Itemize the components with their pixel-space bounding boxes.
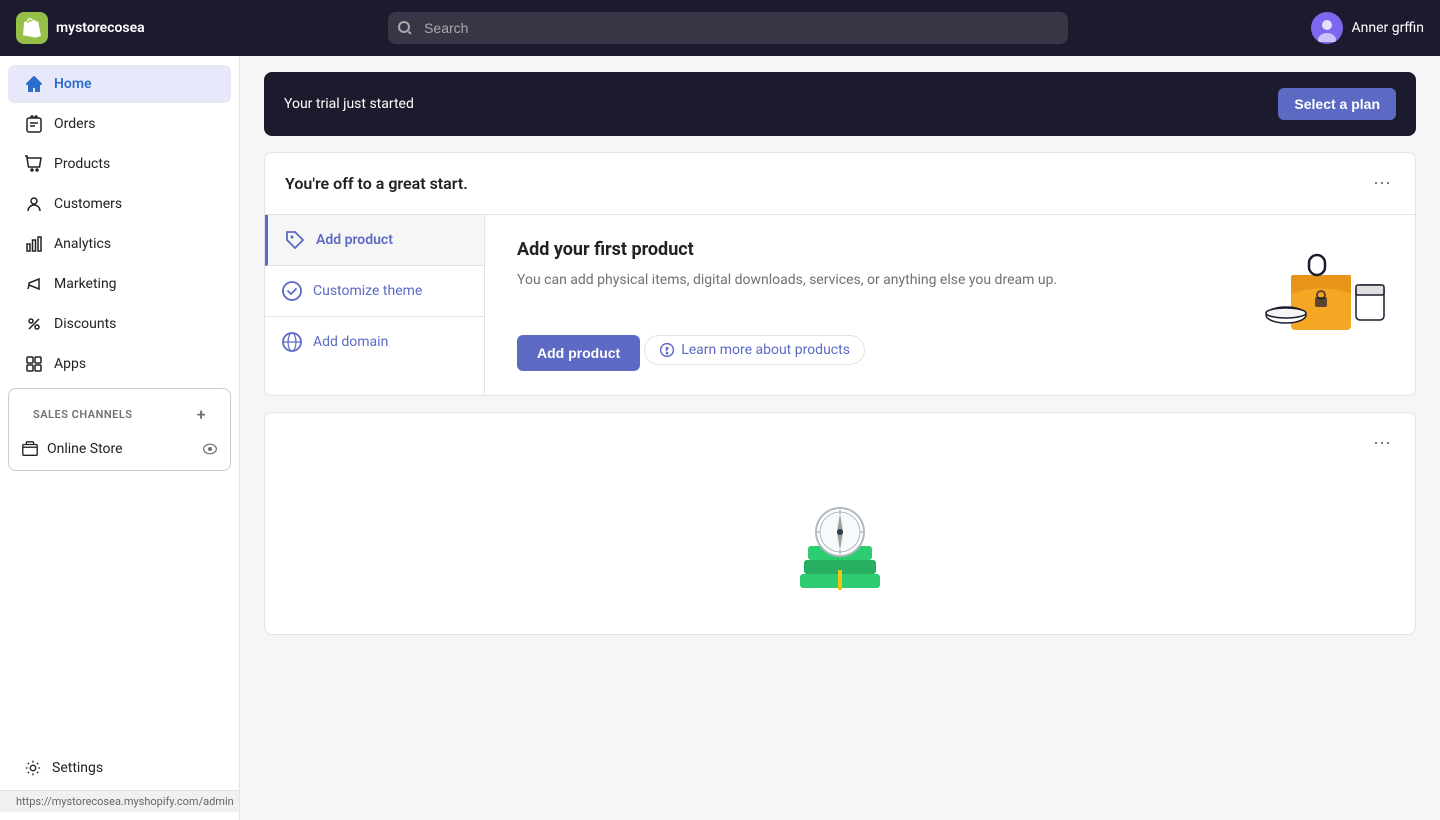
- steps-container: Add product Customize theme: [265, 214, 1415, 395]
- setup-card-header: You're off to a great start. ⋯: [265, 153, 1415, 214]
- shopify-logo-icon: [16, 12, 48, 44]
- apps-icon: [24, 354, 44, 374]
- trial-message: Your trial just started: [284, 96, 414, 112]
- online-store-icon: [21, 440, 39, 458]
- sidebar-item-marketing[interactable]: Marketing: [8, 265, 231, 303]
- sidebar-item-online-store[interactable]: Online Store: [9, 432, 230, 466]
- compass-illustration: [780, 494, 900, 614]
- sidebar-item-analytics[interactable]: Analytics: [8, 225, 231, 263]
- compass-card-header: ⋯: [265, 413, 1415, 474]
- sidebar-item-marketing-label: Marketing: [54, 276, 117, 292]
- step-add-domain-label: Add domain: [313, 334, 388, 350]
- sales-channels-section: SALES CHANNELS + Online Store: [8, 388, 231, 471]
- add-product-button[interactable]: Add product: [517, 335, 640, 371]
- search-bar: [388, 12, 1068, 44]
- discounts-icon: [24, 314, 44, 334]
- settings-label: Settings: [52, 760, 103, 776]
- online-store-visibility-icon[interactable]: [202, 443, 218, 455]
- trial-banner: Your trial just started Select a plan: [264, 72, 1416, 136]
- compass-card-more-button[interactable]: ⋯: [1369, 429, 1395, 458]
- step-detail: Add your first product You can add physi…: [485, 215, 1415, 395]
- orders-icon: [24, 114, 44, 134]
- sidebar-item-orders-label: Orders: [54, 116, 96, 132]
- products-icon: [24, 154, 44, 174]
- check-circle-icon: [281, 280, 303, 302]
- step-customize-theme-label: Customize theme: [313, 283, 422, 299]
- step-add-product[interactable]: Add product: [265, 215, 484, 266]
- top-navigation: mystorecosea Anner grffin: [0, 0, 1440, 56]
- customers-icon: [24, 194, 44, 214]
- learn-more-link[interactable]: Learn more about products: [644, 335, 865, 365]
- step-detail-description: You can add physical items, digital down…: [517, 270, 1383, 291]
- sidebar-item-customers[interactable]: Customers: [8, 185, 231, 223]
- sidebar-item-apps-label: Apps: [54, 356, 86, 372]
- url-bar: https://mystorecosea.myshopify.com/admin: [0, 790, 239, 812]
- sidebar: Home Orders Products: [0, 56, 240, 820]
- sidebar-item-apps[interactable]: Apps: [8, 345, 231, 383]
- main-content: Your trial just started Select a plan Yo…: [240, 56, 1440, 820]
- marketing-icon: [24, 274, 44, 294]
- sidebar-item-products[interactable]: Products: [8, 145, 231, 183]
- setup-card-more-button[interactable]: ⋯: [1369, 169, 1395, 198]
- user-name: Anner grffin: [1351, 20, 1424, 36]
- app-body: Home Orders Products: [0, 56, 1440, 820]
- step-add-product-label: Add product: [316, 232, 393, 248]
- store-name: mystorecosea: [56, 20, 145, 36]
- store-logo[interactable]: mystorecosea: [16, 12, 145, 44]
- setup-card-title: You're off to a great start.: [285, 174, 468, 193]
- sidebar-item-home[interactable]: Home: [8, 65, 231, 103]
- globe-icon: [281, 331, 303, 353]
- add-sales-channel-button[interactable]: +: [197, 405, 206, 424]
- sidebar-item-discounts-label: Discounts: [54, 316, 116, 332]
- steps-list: Add product Customize theme: [265, 215, 485, 395]
- sidebar-item-analytics-label: Analytics: [54, 236, 111, 252]
- analytics-icon: [24, 234, 44, 254]
- step-customize-theme[interactable]: Customize theme: [265, 266, 484, 317]
- step-add-domain[interactable]: Add domain: [265, 317, 484, 367]
- search-icon: [398, 21, 412, 35]
- select-plan-button[interactable]: Select a plan: [1278, 88, 1396, 120]
- sales-channels-label: SALES CHANNELS +: [17, 397, 222, 432]
- avatar: [1311, 12, 1343, 44]
- setup-card: You're off to a great start. ⋯ Add produ…: [264, 152, 1416, 396]
- product-illustration: [1261, 235, 1391, 345]
- home-icon: [24, 74, 44, 94]
- sidebar-item-customers-label: Customers: [54, 196, 122, 212]
- sidebar-item-products-label: Products: [54, 156, 110, 172]
- sidebar-item-orders[interactable]: Orders: [8, 105, 231, 143]
- help-circle-icon: [659, 342, 675, 358]
- user-area[interactable]: Anner grffin: [1311, 12, 1424, 44]
- compass-illustration-area: [265, 474, 1415, 634]
- sidebar-item-discounts[interactable]: Discounts: [8, 305, 231, 343]
- compass-card: ⋯: [264, 412, 1416, 635]
- settings-icon: [24, 759, 42, 777]
- tag-icon: [284, 229, 306, 251]
- online-store-label: Online Store: [47, 441, 123, 457]
- search-input[interactable]: [388, 12, 1068, 44]
- step-detail-title: Add your first product: [517, 239, 1383, 260]
- sidebar-item-home-label: Home: [54, 76, 92, 92]
- sidebar-item-settings[interactable]: Settings: [8, 750, 231, 786]
